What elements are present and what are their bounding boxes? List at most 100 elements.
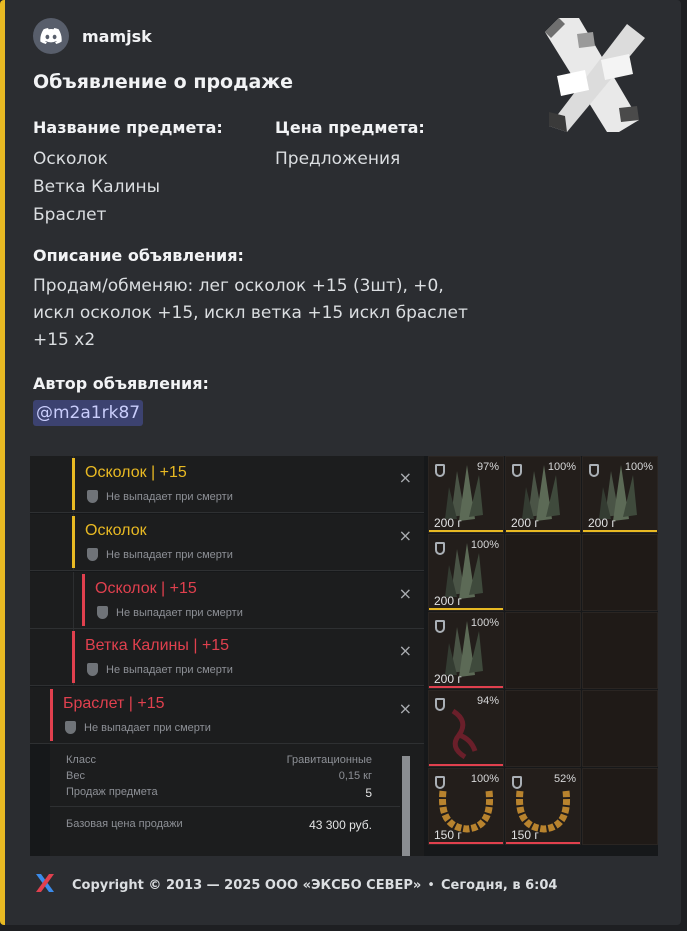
- inventory-item[interactable]: 97% 200 г: [428, 456, 504, 533]
- footer-timestamp: Сегодня, в 6:04: [440, 877, 558, 893]
- rarity-strip: [506, 530, 580, 532]
- embed-image[interactable]: Осколок | +15 Не выпадает при смерти × Оско…: [30, 456, 658, 856]
- item-note-text: Не выпадает при смерти: [84, 721, 211, 734]
- item-durability: 52%: [553, 773, 576, 785]
- item-weight: 200 г: [434, 516, 462, 530]
- item-durability: 94%: [476, 695, 499, 707]
- item-weight: 200 г: [588, 516, 616, 530]
- embed-footer: Copyright © 2013 — 2025 ООО «ЭКСБО СЕВЕР…: [36, 874, 557, 896]
- exbo-x-logo-icon[interactable]: [537, 16, 649, 134]
- rarity-strip: [429, 530, 503, 532]
- rarity-bar: [72, 516, 75, 568]
- item-details-panel: Класс Гравитационные Вес 0,15 кг Продаж пред…: [50, 744, 424, 856]
- item-note-text: Не выпадает при смерти: [106, 490, 233, 503]
- item-note: Не выпадает при смерти: [65, 721, 211, 734]
- inventory-slot[interactable]: [582, 612, 658, 689]
- user-mention[interactable]: @m2a1rk87: [33, 400, 144, 426]
- shield-icon: [512, 464, 522, 477]
- field-author: Автор объявления: @m2a1rk87: [33, 374, 209, 426]
- shield-icon: [87, 548, 98, 561]
- detail-label: Базовая цена продажи: [66, 818, 183, 830]
- close-icon[interactable]: ×: [399, 584, 412, 603]
- description-line: +15 x2: [33, 330, 96, 350]
- item-durability: 100%: [470, 539, 499, 551]
- inventory-grid: 97% 200 г 100% 200 г 100% 200 г 100% 200 г 100% 2…: [428, 456, 658, 856]
- field-label: Название предмета:: [33, 118, 223, 137]
- shield-icon: [97, 606, 108, 619]
- inventory-item[interactable]: 100% 150 г: [428, 768, 504, 845]
- exbo-logo-icon: [36, 874, 54, 896]
- field-label: Автор объявления:: [33, 374, 209, 393]
- field-value: Предложения: [275, 149, 401, 169]
- inventory-item[interactable]: 100% 200 г: [505, 456, 581, 533]
- item-row[interactable]: Осколок | +15 Не выпадает при смерти ×: [30, 572, 424, 629]
- item-row[interactable]: Осколок Не выпадает при смерти ×: [30, 514, 424, 571]
- inventory-item[interactable]: 100% 200 г: [428, 534, 504, 611]
- close-icon[interactable]: ×: [399, 526, 412, 545]
- row-divider: [73, 572, 74, 628]
- item-durability: 100%: [547, 461, 576, 473]
- inventory-item[interactable]: 94%: [428, 690, 504, 767]
- details-divider: [50, 806, 400, 807]
- detail-value: Гравитационные: [286, 754, 372, 766]
- item-durability: 100%: [624, 461, 653, 473]
- item-note-text: Не выпадает при смерти: [116, 606, 243, 619]
- details-scrollbar[interactable]: [402, 756, 410, 856]
- shield-icon: [435, 464, 445, 477]
- shield-icon: [65, 721, 76, 734]
- field-value: Браслет: [33, 205, 107, 225]
- item-row[interactable]: Осколок | +15 Не выпадает при смерти ×: [30, 456, 424, 513]
- detail-value: 5: [365, 786, 372, 800]
- item-weight: 200 г: [434, 672, 462, 686]
- inventory-slot[interactable]: [505, 690, 581, 767]
- rarity-bar: [82, 574, 85, 626]
- detail-value: 43 300 руб.: [309, 818, 372, 832]
- detail-row: Базовая цена продажи 43 300 руб.: [66, 818, 372, 832]
- shield-icon: [435, 542, 445, 555]
- item-weight: 200 г: [434, 594, 462, 608]
- item-note: Не выпадает при смерти: [87, 663, 233, 676]
- inventory-slot[interactable]: [505, 534, 581, 611]
- detail-label: Класс: [66, 754, 96, 766]
- rarity-strip: [506, 842, 580, 844]
- inventory-item[interactable]: 52% 150 г: [505, 768, 581, 845]
- shield-icon: [435, 698, 445, 711]
- item-note: Не выпадает при смерти: [87, 548, 233, 561]
- field-item-name: Название предмета: Осколок Ветка Калины …: [33, 118, 223, 229]
- shield-icon: [589, 464, 599, 477]
- inventory-slot[interactable]: [582, 768, 658, 845]
- close-icon[interactable]: ×: [399, 641, 412, 660]
- item-row[interactable]: Браслет | +15 Не выпадает при смерти ×: [30, 687, 424, 744]
- item-weight: 150 г: [434, 828, 462, 842]
- item-name: Ветка Калины | +15: [85, 637, 230, 654]
- embed-title: Объявление о продаже: [33, 71, 294, 93]
- inventory-slot[interactable]: [505, 612, 581, 689]
- item-row[interactable]: Ветка Калины | +15 Не выпадает при смерти…: [30, 629, 424, 686]
- rarity-strip: [429, 764, 503, 766]
- field-label: Описание объявления:: [33, 246, 244, 265]
- close-icon[interactable]: ×: [399, 699, 412, 718]
- close-icon[interactable]: ×: [399, 468, 412, 487]
- item-name: Осколок: [85, 522, 147, 539]
- item-durability: 97%: [476, 461, 499, 473]
- footer-separator: •: [427, 877, 435, 893]
- inventory-slot[interactable]: [582, 690, 658, 767]
- item-note: Не выпадает при смерти: [87, 490, 233, 503]
- field-label: Цена предмета:: [275, 118, 425, 137]
- inventory-slot[interactable]: [582, 534, 658, 611]
- rarity-strip: [429, 842, 503, 844]
- field-value: Ветка Калины: [33, 177, 161, 197]
- author-name[interactable]: mamjsk: [82, 27, 152, 46]
- item-name: Осколок | +15: [95, 580, 197, 597]
- inventory-item[interactable]: 100% 200 г: [582, 456, 658, 533]
- inventory-item[interactable]: 100% 200 г: [428, 612, 504, 689]
- item-weight: 150 г: [511, 828, 539, 842]
- embed-author: mamjsk: [33, 18, 152, 54]
- shield-icon: [87, 490, 98, 503]
- detail-row: Вес 0,15 кг: [66, 770, 372, 782]
- discord-icon[interactable]: [33, 18, 69, 54]
- item-note-text: Не выпадает при смерти: [106, 663, 233, 676]
- field-item-price: Цена предмета: Предложения: [275, 118, 425, 173]
- rarity-strip: [429, 686, 503, 688]
- item-note-text: Не выпадает при смерти: [106, 548, 233, 561]
